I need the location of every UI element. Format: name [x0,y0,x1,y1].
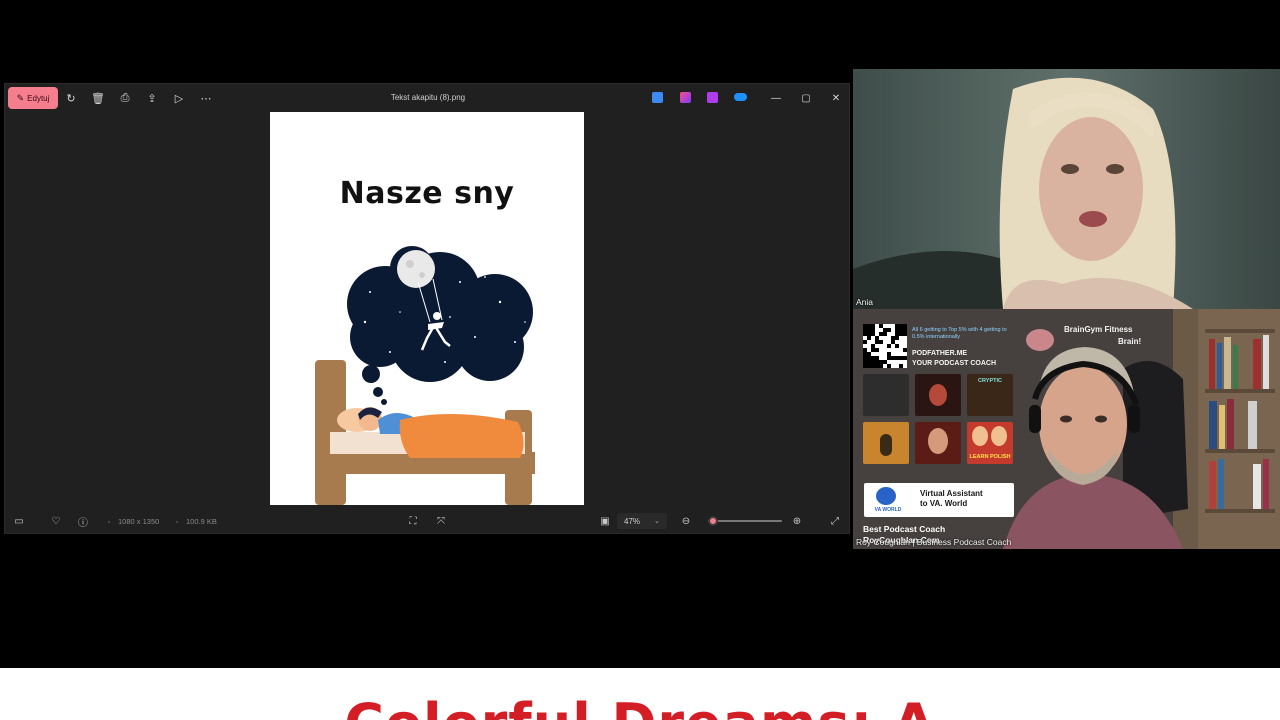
stage: ✎ Edytuj ↻ 🗑 ⎙ ⇪ ▷ ⋯ Tekst akapitu (8).p… [0,0,1280,720]
actual-size-icon[interactable]: ⤧ [433,513,449,529]
info-icon[interactable]: ⓘ [75,513,91,529]
participant-name-ania: Ania [856,297,874,307]
bookshelf [1198,309,1280,549]
slideshow-icon[interactable]: ▷ [171,90,187,106]
photo-viewer-window: ✎ Edytuj ↻ 🗑 ⎙ ⇪ ▷ ⋯ Tekst akapitu (8).p… [4,83,850,534]
va-line1: Virtual Assistant [920,489,983,498]
edit-button-label: Edytuj [27,93,50,103]
filmstrip-icon[interactable]: ▭ [11,513,27,529]
caption-bar: Colorful Dreams: A [0,668,1280,720]
banner-braingym-line2: Brain! [1118,337,1142,346]
thought-bubble-medium [373,387,383,397]
podcast-thumb-4 [863,422,909,464]
file-size: 100.9 KB [186,517,217,526]
qr-cell [903,356,907,360]
designer-icon[interactable] [680,92,691,103]
qr-cell [895,344,899,348]
brain-logo [1026,329,1054,351]
dream-cloud [347,246,533,382]
zoom-level-value: 47% [624,516,641,526]
cryptic-label: CRYPTIC [978,378,1002,384]
thought-bubble-large [362,365,380,383]
qr-cell [863,340,867,344]
participant-video-frame [853,69,1280,309]
va-world-box: VA WORLD Virtual Assistant to VA. World [864,483,1014,517]
qr-cell [887,328,891,332]
rotate-icon[interactable]: ↻ [63,90,79,106]
thought-bubble-small [381,399,387,405]
image-heading: Nasze sny [339,176,515,211]
zoom-out-icon[interactable]: ⊖ [678,513,694,529]
onedrive-icon[interactable] [734,93,747,101]
viewer-toolbar: ✎ Edytuj ↻ 🗑 ⎙ ⇪ ▷ ⋯ Tekst akapitu (8).p… [5,84,851,112]
zoom-preset-icon[interactable]: ▣ [597,513,613,529]
podcast-thumb-1 [863,374,909,416]
qr-cell [879,340,883,344]
viewer-statusbar: ▭ ♡ ⓘ ▫ 1080 x 1350 ▫ 100.9 KB ⛶ ⤧ ▣ 47%… [5,509,851,533]
va-text: Virtual Assistant to VA. World [920,489,983,509]
delete-icon[interactable]: 🗑 [90,90,106,106]
podcast-thumb-2 [915,374,961,416]
qr-cell [903,348,907,352]
banner-your-coach: YOUR PODCAST COACH [912,360,997,367]
qr-cell [887,344,891,348]
zoom-slider-thumb[interactable] [708,516,719,526]
clipchamp-icon[interactable] [652,92,663,103]
sleeping-dream-illustration [315,246,535,505]
file-size-icon: ▫ [175,518,179,526]
fit-to-window-icon[interactable]: ⛶ [405,513,421,529]
podcast-thumb-learn-polish: LEARN POLISH [967,422,1013,464]
more-options-icon[interactable]: ⋯ [198,90,214,106]
share-icon[interactable]: ⇪ [144,90,160,106]
learn-polish-label: LEARN POLISH [969,454,1011,460]
qr-cell [883,332,887,336]
zoom-in-icon[interactable]: ⊕ [789,513,805,529]
zoom-slider[interactable] [708,516,782,526]
close-icon[interactable]: ✕ [828,90,844,106]
qr-cell [903,332,907,336]
dimensions-icon: ▫ [107,518,111,526]
coach-line1: Best Podcast Coach [863,524,946,534]
qr-cell [899,364,903,368]
qr-code [863,324,907,368]
podcast-thumb-5 [915,422,961,464]
banner-podfather: PODFATHER.ME [912,350,968,357]
caption-text: Colorful Dreams: A [0,692,1280,720]
edit-button[interactable]: ✎ Edytuj [8,87,58,109]
banner-braingym-line1: BrainGym Fitness [1064,325,1133,334]
participant-video-ania: Ania [853,69,1280,309]
banner-stats-text: All 6 getting to Top 5% with 4 getting t… [912,327,1007,340]
va-line2: to VA. World [920,499,968,508]
podcast-banner-overlay: All 6 getting to Top 5% with 4 getting t… [860,319,1178,547]
qr-cell [887,364,891,368]
maximize-icon[interactable]: ▢ [798,90,814,106]
zoom-level-dropdown[interactable]: 47% ⌄ [617,513,667,529]
fullscreen-icon[interactable]: ⤢ [827,513,843,529]
image-dimensions: 1080 x 1350 [118,517,160,526]
print-icon[interactable]: ⎙ [117,90,133,106]
qr-cell [867,336,871,340]
qr-cell [875,348,879,352]
minimize-icon[interactable]: — [768,90,784,106]
participant-name-roy: Roy Coughlan | Business Podcast Coach [856,537,1012,547]
favorite-icon[interactable]: ♡ [48,513,64,529]
chevron-down-icon: ⌄ [654,518,660,525]
edit-icon: ✎ [16,92,25,103]
displayed-image: Nasze sny [270,112,584,505]
podcast-thumb-cryptic: CRYPTIC [967,374,1013,416]
participant-video-roy: All 6 getting to Top 5% with 4 getting t… [853,309,1280,549]
qr-cell [895,336,899,340]
clipchamp-video-icon[interactable] [707,92,718,103]
va-world-logo [876,487,896,505]
va-world-logo-text: VA WORLD [874,507,902,513]
qr-cell [879,364,883,368]
